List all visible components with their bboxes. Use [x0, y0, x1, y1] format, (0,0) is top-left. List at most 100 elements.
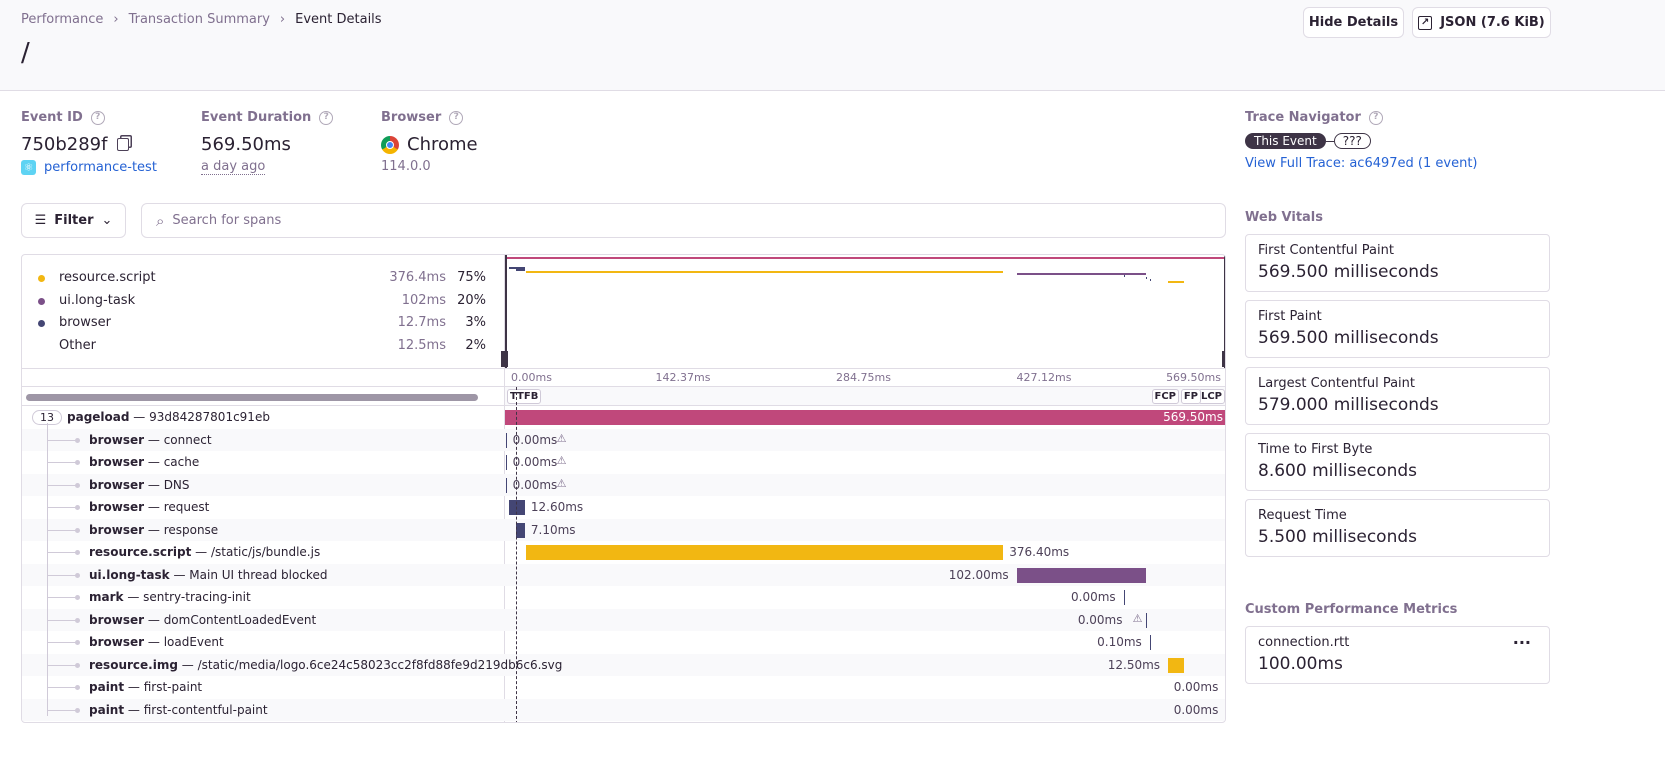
- warning-icon: ⚠: [556, 431, 567, 445]
- help-icon[interactable]: ?: [319, 110, 334, 125]
- horizontal-scrollbar[interactable]: [26, 394, 478, 401]
- web-vital-card: Largest Contentful Paint 579.000 millisec…: [1245, 366, 1550, 425]
- project-link[interactable]: ⚛ performance-test: [21, 160, 157, 175]
- tree-connector: [47, 439, 77, 441]
- hide-details-button[interactable]: Hide Details: [1303, 7, 1404, 38]
- span-duration: 102.00ms: [948, 567, 1009, 582]
- open-in-new-icon: ↗: [1418, 15, 1433, 30]
- span-row[interactable]: resource.img — /static/media/logo.6ce24c…: [22, 653, 1225, 676]
- ops-breakdown-item: resource.script 376.4ms 75%: [38, 270, 486, 285]
- tree-node-dot: [75, 505, 80, 510]
- ttfb-line: [515, 387, 517, 722]
- span-label: paint — first-contentful-paint: [89, 702, 268, 717]
- breadcrumb-performance[interactable]: Performance: [21, 12, 103, 27]
- span-row[interactable]: browser — request 12.60ms: [22, 496, 1225, 519]
- minimap-span-bar: [1123, 275, 1125, 277]
- filter-button[interactable]: ☰ Filter ⌄: [21, 203, 126, 238]
- help-icon[interactable]: ?: [1368, 110, 1383, 125]
- timeline-axis: 0.00ms 142.37ms 284.75ms 427.12ms 569.50ms: [505, 369, 1225, 387]
- span-label: resource.script — /static/js/bundle.js: [89, 545, 321, 559]
- web-vitals-label: Web Vitals: [1245, 210, 1323, 225]
- span-bar[interactable]: [508, 500, 525, 515]
- span-row[interactable]: paint — first-paint 0.00ms: [22, 676, 1225, 699]
- span-bar[interactable]: [505, 410, 1225, 425]
- browser-version: 114.0.0: [381, 159, 431, 174]
- span-row[interactable]: browser — response 7.10ms: [22, 518, 1225, 541]
- marker-fcp[interactable]: FCP: [1151, 389, 1179, 404]
- minimap-handle-right-grip[interactable]: [1222, 351, 1225, 367]
- dot-icon: [38, 275, 45, 282]
- axis-tick-label: 142.37ms: [655, 371, 711, 384]
- span-label: pageload — 93d84287801c91eb: [67, 410, 270, 424]
- span-bar[interactable]: [505, 432, 507, 448]
- span-row[interactable]: browser — loadEvent 0.10ms: [22, 631, 1225, 654]
- json-button[interactable]: ↗ JSON (7.6 KiB): [1412, 7, 1551, 38]
- event-time-ago: a day ago: [201, 159, 266, 175]
- tree-connector: [47, 552, 77, 553]
- minimap-span-bar: [1016, 273, 1146, 275]
- tree-connector: [47, 462, 77, 463]
- tree-vertical-line: [47, 423, 48, 716]
- span-row[interactable]: ui.long-task — Main UI thread blocked 102…: [22, 563, 1225, 586]
- span-bar[interactable]: [1168, 657, 1184, 673]
- help-icon[interactable]: ?: [90, 110, 105, 125]
- minimap[interactable]: [501, 255, 1225, 369]
- span-row[interactable]: browser — domContentLoadedEvent 0.00ms ⚠: [22, 608, 1225, 631]
- span-row-root[interactable]: 13 pageload — 93d84287801c91eb 569.50ms: [22, 406, 1225, 429]
- tree-node-dot: [75, 595, 80, 600]
- tree-connector: [47, 529, 77, 531]
- tree-node-dot: [75, 482, 80, 488]
- tree-connector: [47, 709, 77, 711]
- ops-breakdown-item: ui.long-task 102ms 20%: [38, 293, 486, 308]
- web-vital-card: First Paint 569.500 milliseconds: [1245, 300, 1550, 359]
- custom-metrics-label: Custom Performance Metrics: [1245, 602, 1458, 617]
- span-bar[interactable]: [1016, 567, 1146, 583]
- span-row[interactable]: browser — connect 0.00ms ⚠: [22, 428, 1225, 451]
- span-bar[interactable]: [1149, 635, 1151, 650]
- axis-tick-label: 569.50ms: [1166, 371, 1221, 384]
- span-duration: 0.00ms: [512, 477, 558, 492]
- marker-fp[interactable]: FP: [1180, 389, 1201, 404]
- dot-icon: [38, 297, 45, 305]
- search-input[interactable]: ⌕ Search for spans: [141, 203, 1226, 238]
- event-duration: 569.50ms: [201, 134, 291, 155]
- span-label: paint — first-paint: [89, 680, 203, 694]
- search-icon: ⌕: [156, 211, 165, 230]
- web-vital-card: First Contentful Paint 569.500 millisecon…: [1245, 234, 1550, 292]
- span-bar[interactable]: [526, 545, 1004, 560]
- chevron-right-icon: ›: [279, 12, 286, 27]
- trace-navigator-label: Trace Navigator?: [1245, 110, 1383, 125]
- event-id-label: Event ID?: [21, 110, 105, 125]
- span-row[interactable]: browser — DNS 0.00ms ⚠: [22, 473, 1225, 496]
- span-row[interactable]: paint — first-contentful-paint 0.00ms: [22, 698, 1225, 721]
- breadcrumb-transaction-summary[interactable]: Transaction Summary: [129, 12, 270, 27]
- this-event-node[interactable]: This Event: [1245, 133, 1326, 149]
- help-icon[interactable]: ?: [449, 110, 464, 125]
- minimap-handle-left-grip[interactable]: [501, 351, 508, 367]
- breadcrumb: Performance › Transaction Summary › Event …: [21, 12, 382, 27]
- span-bar[interactable]: [1123, 590, 1125, 605]
- span-label: mark — sentry-tracing-init: [89, 590, 251, 604]
- span-bar[interactable]: [505, 477, 507, 493]
- span-bar[interactable]: [1146, 612, 1148, 628]
- minimap-span-bar: [1149, 279, 1151, 281]
- marker-ttfb[interactable]: TTFB: [507, 389, 542, 404]
- span-bar[interactable]: [505, 455, 507, 470]
- span-label: browser — response: [89, 522, 219, 537]
- unknown-node[interactable]: ???: [1333, 133, 1371, 149]
- tree-node-dot: [75, 662, 80, 668]
- tree-connector: [47, 687, 77, 688]
- tree-connector: [47, 619, 77, 621]
- span-bar[interactable]: [515, 522, 525, 538]
- more-icon[interactable]: ···: [1513, 633, 1531, 652]
- minimap-span-bar: [1168, 281, 1184, 283]
- span-row[interactable]: mark — sentry-tracing-init 0.00ms: [22, 586, 1225, 609]
- span-row[interactable]: browser — cache 0.00ms ⚠: [22, 451, 1225, 474]
- span-row[interactable]: resource.script — /static/js/bundle.js 37…: [22, 541, 1225, 564]
- span-label: ui.long-task — Main UI thread blocked: [89, 567, 328, 582]
- dot-icon: [38, 343, 45, 350]
- breadcrumb-event-details: Event Details: [295, 12, 382, 27]
- marker-lcp[interactable]: LCP: [1197, 389, 1225, 404]
- copy-icon[interactable]: [117, 138, 130, 151]
- view-full-trace-link[interactable]: View Full Trace: ac6497ed (1 event): [1245, 156, 1478, 171]
